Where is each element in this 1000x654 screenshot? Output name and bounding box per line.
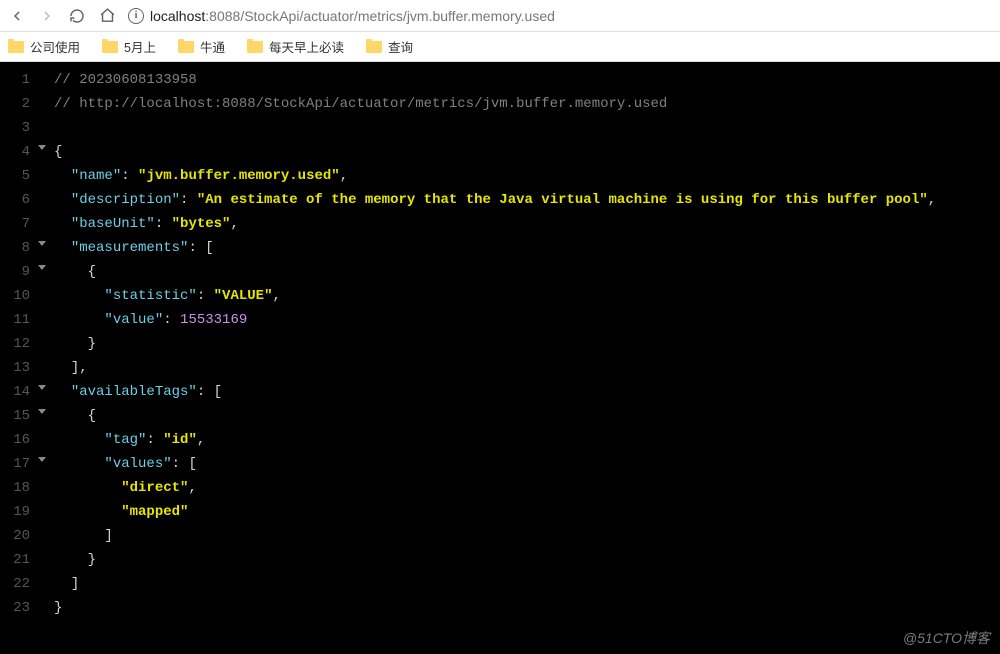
comment-url: // http://localhost:8088/StockApi/actuat… <box>54 96 667 112</box>
line-number: 5 <box>0 164 34 188</box>
line-number: 11 <box>0 308 34 332</box>
line-number: 15 <box>0 404 34 428</box>
line-number: 4 <box>0 140 34 164</box>
line-number: 1 <box>0 68 34 92</box>
comment-timestamp: // 20230608133958 <box>54 72 197 88</box>
folder-icon <box>102 41 118 53</box>
line-number: 23 <box>0 596 34 620</box>
bookmark-item[interactable]: 5月上 <box>102 37 156 56</box>
line-number: 7 <box>0 212 34 236</box>
line-number: 6 <box>0 188 34 212</box>
fold-toggle-icon[interactable] <box>38 145 46 150</box>
line-number: 9 <box>0 260 34 284</box>
bookmark-label: 公司使用 <box>30 37 80 56</box>
fold-toggle-icon[interactable] <box>38 457 46 462</box>
folder-icon <box>8 41 24 53</box>
line-number: 3 <box>0 116 34 140</box>
watermark: @51CTO博客 <box>903 628 990 648</box>
site-info-icon[interactable]: i <box>128 8 144 24</box>
folder-icon <box>247 41 263 53</box>
json-viewer: 1234567891011121314151617181920212223 //… <box>0 62 1000 654</box>
bookmark-item[interactable]: 每天早上必读 <box>247 37 344 56</box>
line-number: 2 <box>0 92 34 116</box>
line-number: 14 <box>0 380 34 404</box>
line-gutter: 1234567891011121314151617181920212223 <box>0 62 34 654</box>
json-content[interactable]: // 20230608133958 // http://localhost:80… <box>34 62 936 654</box>
bookmark-label: 5月上 <box>124 37 156 56</box>
folder-icon <box>366 41 382 53</box>
browser-toolbar: i localhost:8088/StockApi/actuator/metri… <box>0 0 1000 32</box>
reload-button[interactable] <box>68 7 86 25</box>
line-number: 18 <box>0 476 34 500</box>
line-number: 19 <box>0 500 34 524</box>
bookmark-label: 查询 <box>388 37 413 56</box>
folder-icon <box>178 41 194 53</box>
home-button[interactable] <box>98 7 116 25</box>
fold-toggle-icon[interactable] <box>38 241 46 246</box>
bookmark-item[interactable]: 查询 <box>366 37 413 56</box>
fold-toggle-icon[interactable] <box>38 265 46 270</box>
bookmark-item[interactable]: 牛通 <box>178 37 225 56</box>
line-number: 13 <box>0 356 34 380</box>
bookmark-item[interactable]: 公司使用 <box>8 37 80 56</box>
line-number: 17 <box>0 452 34 476</box>
back-button[interactable] <box>8 7 26 25</box>
fold-toggle-icon[interactable] <box>38 409 46 414</box>
line-number: 8 <box>0 236 34 260</box>
bookmark-label: 牛通 <box>200 37 225 56</box>
address-bar[interactable]: i localhost:8088/StockApi/actuator/metri… <box>128 8 992 24</box>
bookmarks-bar: 公司使用 5月上 牛通 每天早上必读 查询 <box>0 32 1000 62</box>
forward-button[interactable] <box>38 7 56 25</box>
line-number: 22 <box>0 572 34 596</box>
line-number: 21 <box>0 548 34 572</box>
line-number: 20 <box>0 524 34 548</box>
fold-toggle-icon[interactable] <box>38 385 46 390</box>
line-number: 12 <box>0 332 34 356</box>
line-number: 10 <box>0 284 34 308</box>
bookmark-label: 每天早上必读 <box>269 37 344 56</box>
line-number: 16 <box>0 428 34 452</box>
url-text: localhost:8088/StockApi/actuator/metrics… <box>150 8 555 24</box>
